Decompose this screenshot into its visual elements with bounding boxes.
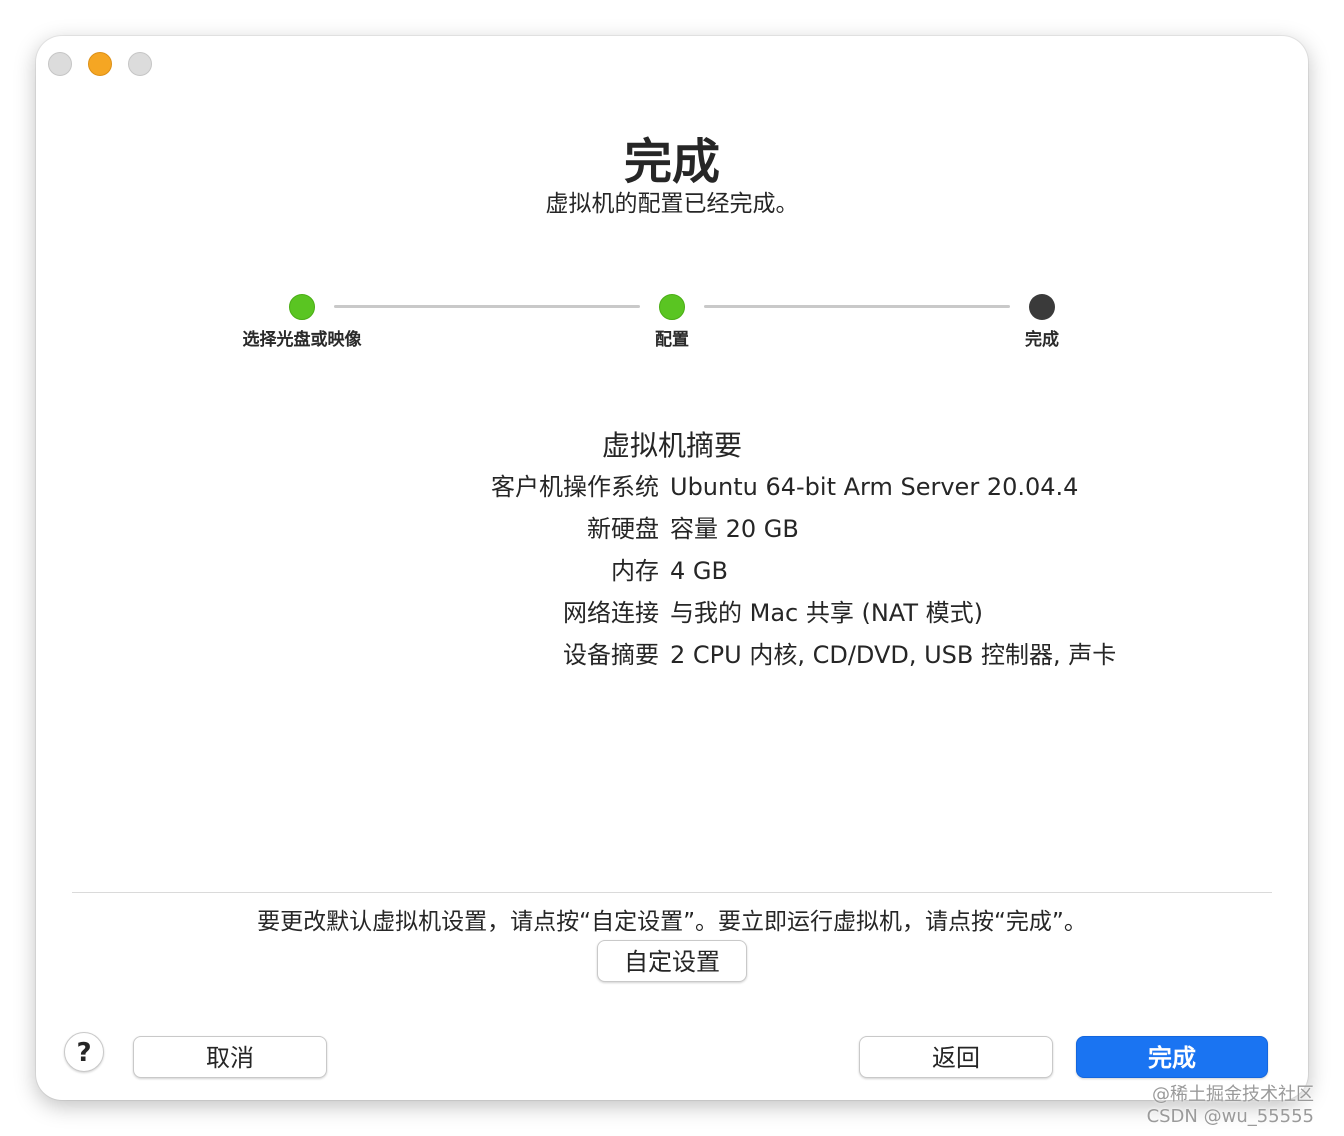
summary-key: 新硬盘 — [587, 515, 659, 543]
summary-key: 网络连接 — [563, 599, 659, 627]
step-configure: 配置 — [582, 294, 762, 350]
summary-value: 2 CPU 内核, CD/DVD, USB 控制器, 声卡 — [670, 641, 1117, 669]
summary-row-network: 网络连接 与我的 Mac 共享 (NAT 模式) — [36, 592, 1308, 634]
summary-row-guest-os: 客户机操作系统 Ubuntu 64-bit Arm Server 20.04.4 — [36, 466, 1308, 508]
step-current-indicator — [1029, 294, 1055, 320]
help-button[interactable]: ? — [64, 1032, 104, 1072]
page-subtitle: 虚拟机的配置已经完成。 — [545, 191, 799, 217]
screen: 完成 虚拟机的配置已经完成。 选择光盘或映像 配置 完成 虚拟机摘要 客户机操作… — [0, 0, 1344, 1136]
step-label: 完成 — [1025, 330, 1059, 350]
watermark-line: @稀土掘金技术社区 — [1152, 1084, 1314, 1105]
watermark: @稀土掘金技术社区 CSDN @wu_55555 — [1147, 1084, 1314, 1128]
customize-settings-button[interactable]: 自定设置 — [597, 940, 747, 982]
step-select-media: 选择光盘或映像 — [212, 294, 392, 350]
summary-title: 虚拟机摘要 — [601, 429, 742, 462]
summary-row-memory: 内存 4 GB — [36, 550, 1308, 592]
step-done-indicator — [289, 294, 315, 320]
summary-value: 容量 20 GB — [670, 515, 799, 543]
summary-key: 内存 — [611, 557, 659, 585]
page-title: 完成 — [623, 134, 720, 190]
back-button[interactable]: 返回 — [859, 1036, 1053, 1078]
footer-divider — [72, 892, 1272, 893]
summary-value: 与我的 Mac 共享 (NAT 模式) — [670, 599, 984, 627]
step-done-indicator — [659, 294, 685, 320]
summary-key: 设备摘要 — [563, 641, 659, 669]
footer-hint: 要更改默认虚拟机设置，请点按“自定设置”。要立即运行虚拟机，请点按“完成”。 — [257, 909, 1087, 935]
vm-assistant-window: 完成 虚拟机的配置已经完成。 选择光盘或映像 配置 完成 虚拟机摘要 客户机操作… — [36, 36, 1308, 1100]
cancel-button[interactable]: 取消 — [133, 1036, 327, 1078]
step-label: 选择光盘或映像 — [242, 330, 362, 350]
summary-value: 4 GB — [670, 557, 728, 585]
vm-summary: 客户机操作系统 Ubuntu 64-bit Arm Server 20.04.4… — [36, 466, 1308, 676]
minimize-window-button[interactable] — [88, 52, 112, 76]
finish-button[interactable]: 完成 — [1076, 1036, 1268, 1078]
zoom-window-button[interactable] — [128, 52, 152, 76]
summary-value: Ubuntu 64-bit Arm Server 20.04.4 — [670, 473, 1079, 501]
wizard-stepper: 选择光盘或映像 配置 完成 — [36, 294, 1308, 354]
summary-row-devices: 设备摘要 2 CPU 内核, CD/DVD, USB 控制器, 声卡 — [36, 634, 1308, 676]
summary-row-disk: 新硬盘 容量 20 GB — [36, 508, 1308, 550]
summary-key: 客户机操作系统 — [491, 473, 659, 501]
step-label: 配置 — [655, 330, 689, 350]
window-controls — [48, 52, 152, 76]
step-finish: 完成 — [952, 294, 1132, 350]
close-window-button[interactable] — [48, 52, 72, 76]
watermark-line: CSDN @wu_55555 — [1146, 1106, 1314, 1127]
